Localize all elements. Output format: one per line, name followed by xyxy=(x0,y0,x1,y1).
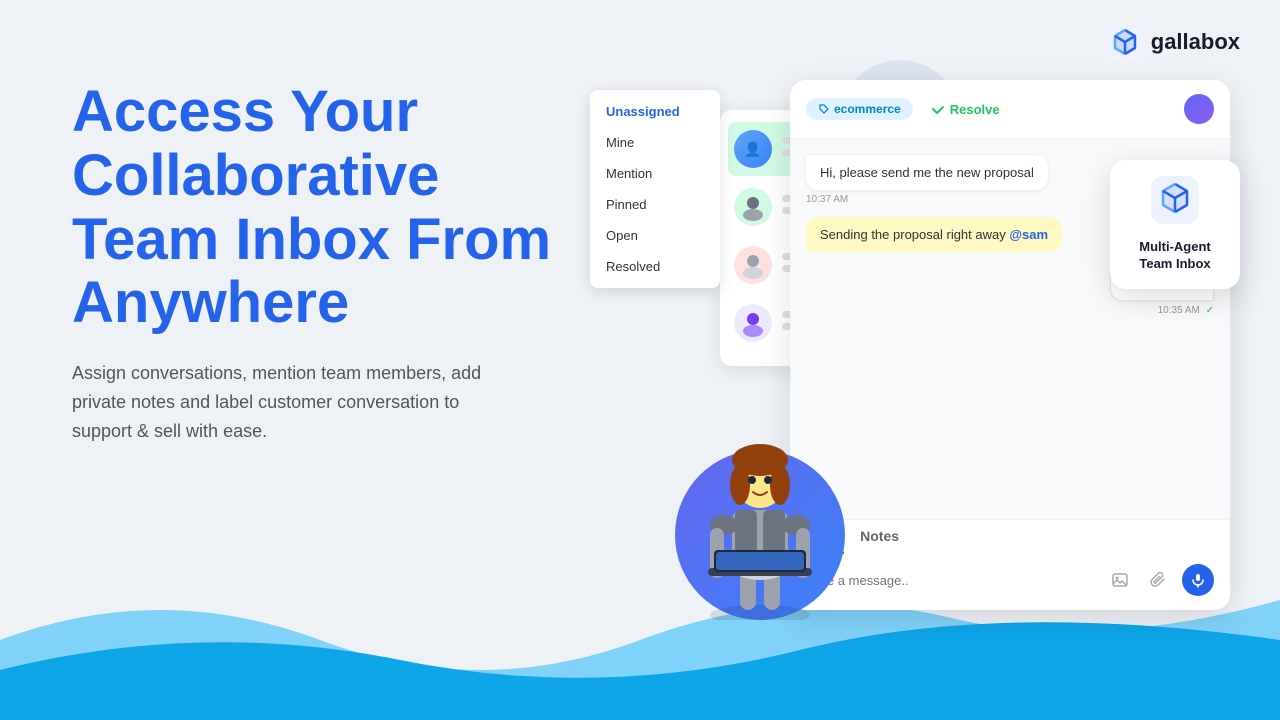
dropdown-item-mine[interactable]: Mine xyxy=(590,127,720,158)
chat-header: ecommerce Resolve xyxy=(790,80,1230,139)
msg-note-1: Sending the proposal right away @sam xyxy=(806,217,1062,252)
left-section: Access Your Collaborative Team Inbox Fro… xyxy=(72,80,572,446)
multi-agent-title: Multi-Agent Team Inbox xyxy=(1126,239,1224,273)
subtext: Assign conversations, mention team membe… xyxy=(72,359,512,445)
image-icon[interactable] xyxy=(1106,566,1134,594)
agent-avatar xyxy=(1184,94,1214,124)
msg-time: 10:37 AM xyxy=(806,194,1048,205)
multi-agent-icon xyxy=(1151,176,1199,224)
headline-line4: Anywhere xyxy=(72,271,572,335)
resolve-label: Resolve xyxy=(950,102,1000,117)
headline-line3: Team Inbox From xyxy=(72,208,572,272)
msg-received-1: Hi, please send me the new proposal 10:3… xyxy=(806,155,1048,205)
ecommerce-tag[interactable]: ecommerce xyxy=(806,98,913,120)
mention-tag: @sam xyxy=(1009,227,1048,242)
attachment-icon[interactable] xyxy=(1144,566,1172,594)
msg-bubble-received: Hi, please send me the new proposal xyxy=(806,155,1048,190)
dropdown-item-open[interactable]: Open xyxy=(590,220,720,251)
tag-icon xyxy=(818,103,830,115)
tab-notes[interactable]: Notes xyxy=(860,528,899,554)
headline: Access Your Collaborative Team Inbox Fro… xyxy=(72,80,572,335)
resolve-button[interactable]: Resolve xyxy=(931,102,1000,117)
avatar-2 xyxy=(734,188,772,226)
chat-input-area xyxy=(790,554,1230,610)
person-svg xyxy=(680,420,840,620)
input-icons xyxy=(1106,564,1214,596)
person-image xyxy=(670,400,850,620)
mic-button[interactable] xyxy=(1182,564,1214,596)
dropdown-menu: Unassigned Mine Mention Pinned Open Reso… xyxy=(590,90,720,288)
avatar-1: 👤 xyxy=(734,130,772,168)
msg-time-sent: 10:35 AM ✓ xyxy=(1110,305,1214,316)
check-icon xyxy=(931,102,945,116)
chat-tabs: Reply Notes xyxy=(790,519,1230,554)
dropdown-item-mention[interactable]: Mention xyxy=(590,158,720,189)
avatar-3 xyxy=(734,246,772,284)
logo-text: gallabox xyxy=(1151,29,1240,55)
msg-bubble-note: Sending the proposal right away @sam xyxy=(806,217,1062,252)
dropdown-item-pinned[interactable]: Pinned xyxy=(590,189,720,220)
right-section: Unassigned Mine Mention Pinned Open Reso… xyxy=(580,80,1240,640)
read-tick: ✓ xyxy=(1206,305,1214,316)
msg-text: Hi, please send me the new proposal xyxy=(820,165,1034,180)
headline-line1: Access Your xyxy=(72,80,572,144)
gallabox-logo-icon xyxy=(1107,24,1143,60)
dropdown-item-unassigned[interactable]: Unassigned xyxy=(590,96,720,127)
time-value: 10:35 AM xyxy=(1158,305,1200,316)
tag-label: ecommerce xyxy=(834,102,901,116)
dropdown-item-resolved[interactable]: Resolved xyxy=(590,251,720,282)
headline-line2: Collaborative xyxy=(72,144,572,208)
header: gallabox xyxy=(1107,24,1240,60)
multi-agent-card: Multi-Agent Team Inbox xyxy=(1110,160,1240,289)
avatar-4 xyxy=(734,304,772,342)
